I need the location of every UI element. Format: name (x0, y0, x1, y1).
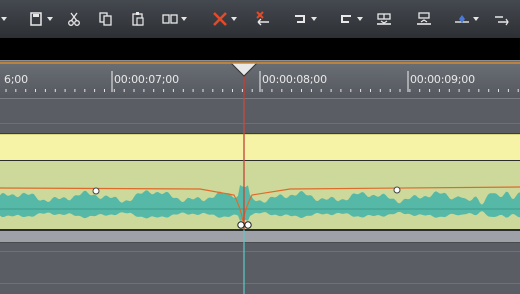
cut-button[interactable] (64, 8, 84, 30)
delete-ripple-button[interactable] (252, 8, 272, 30)
chevron-down-icon (357, 17, 363, 21)
dropdown-arrow[interactable] (230, 8, 238, 30)
dropdown-arrow[interactable] (180, 8, 188, 30)
toolbar-group (96, 0, 116, 38)
marker-button[interactable] (452, 8, 472, 30)
toolbar-group (492, 0, 512, 38)
toolbar-spacer (0, 38, 520, 60)
trim-start-button[interactable] (290, 8, 310, 30)
chevron-down-icon (181, 17, 187, 21)
dropdown-arrow[interactable] (472, 8, 480, 30)
copy-icon (99, 12, 112, 26)
copy-button[interactable] (96, 8, 116, 30)
toolbar-group (290, 0, 318, 38)
track-divider (0, 283, 520, 284)
toolbar-group (210, 0, 238, 38)
toolbar-group (64, 0, 84, 38)
chevron-down-icon (231, 17, 237, 21)
toolbar-group (374, 0, 394, 38)
chevron-down-icon (311, 17, 317, 21)
track-divider (0, 123, 520, 124)
trim-start-icon (295, 15, 305, 23)
split-icon (162, 14, 178, 24)
delete-button[interactable] (210, 8, 230, 30)
insert-track-button[interactable] (374, 8, 394, 30)
save-icon (30, 12, 42, 26)
trim-end-icon (341, 15, 351, 23)
dropdown-arrow[interactable] (356, 8, 364, 30)
ruler-ticks (0, 62, 520, 92)
paste-icon (132, 12, 144, 26)
toolbar-group (336, 0, 364, 38)
chevron-down-icon (47, 17, 53, 21)
empty-track-1[interactable] (0, 98, 520, 134)
split-button[interactable] (160, 8, 180, 30)
extract-track-button[interactable] (414, 8, 434, 30)
snap-icon (495, 16, 509, 26)
timeline-toolbar (0, 0, 520, 39)
save-button[interactable] (26, 8, 46, 30)
time-ruler[interactable]: 6;00 00:00:07;00 00:00:08;00 00:00:09;00 (0, 60, 520, 98)
delete-ripple-icon (256, 11, 269, 26)
toolbar-group (26, 0, 54, 38)
paste-button[interactable] (128, 8, 148, 30)
dropdown-arrow[interactable] (46, 8, 54, 30)
toolbar-group (160, 0, 188, 38)
audio-track-footer (0, 231, 520, 243)
snap-button[interactable] (492, 8, 512, 30)
insert-track-icon (377, 13, 391, 25)
marker-icon (455, 15, 469, 23)
delete-icon (213, 12, 227, 26)
toolbar-group (452, 0, 480, 38)
dropdown-arrow[interactable] (0, 8, 8, 30)
chevron-down-icon (473, 17, 479, 21)
toolbar-group (252, 0, 272, 38)
empty-track-2[interactable] (0, 243, 520, 294)
audio-clip[interactable] (0, 161, 520, 231)
extract-track-icon (417, 12, 431, 25)
cut-icon (68, 12, 80, 26)
track-divider (0, 251, 520, 252)
toolbar-group (128, 0, 148, 38)
trim-end-button[interactable] (336, 8, 356, 30)
audio-waveform (0, 185, 520, 222)
toolbar-group (414, 0, 434, 38)
video-clip[interactable] (0, 134, 520, 161)
dropdown-arrow[interactable] (310, 8, 318, 30)
